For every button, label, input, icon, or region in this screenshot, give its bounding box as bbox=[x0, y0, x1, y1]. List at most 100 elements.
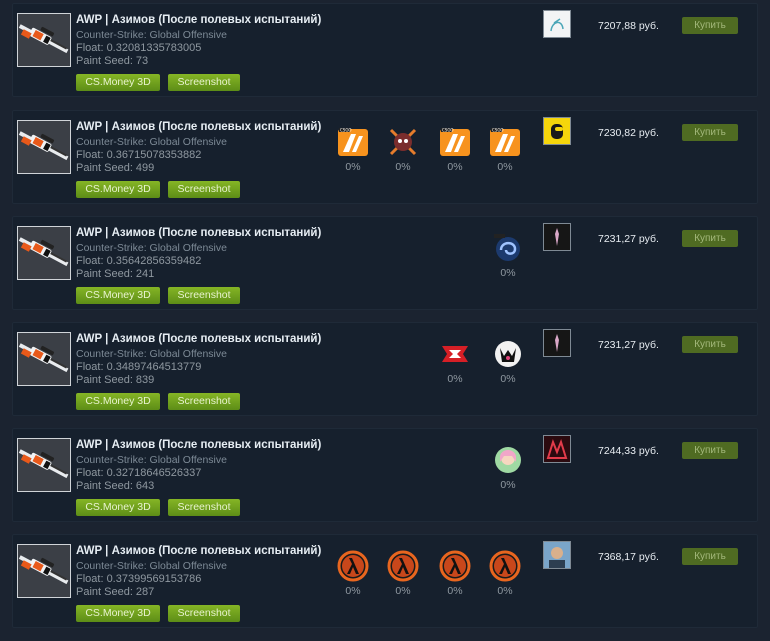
seller-avatar[interactable] bbox=[543, 329, 571, 357]
sticker: 0% bbox=[385, 126, 421, 174]
float-value: Float: 0.32718646526337 bbox=[76, 467, 202, 479]
float-value: Float: 0.36715078353882 bbox=[76, 149, 202, 161]
listing-row: AWP | Азимов (После полевых испытаний) C… bbox=[12, 428, 758, 522]
seller-avatar[interactable] bbox=[543, 435, 571, 463]
csmoney-3d-button[interactable]: CS.Money 3D bbox=[76, 181, 160, 198]
screenshot-button[interactable]: Screenshot bbox=[168, 393, 240, 410]
sticker: 0% bbox=[437, 338, 473, 386]
listing-row: AWP | Азимов (После полевых испытаний) C… bbox=[12, 110, 758, 204]
game-name: Counter-Strike: Global Offensive bbox=[76, 454, 227, 466]
item-thumbnail[interactable] bbox=[17, 544, 71, 598]
anime-girl-sticker bbox=[492, 444, 524, 476]
g2-sticker bbox=[492, 338, 524, 370]
yellow-among-us-avatar bbox=[544, 118, 570, 148]
item-thumbnail[interactable] bbox=[17, 120, 71, 174]
float-value: Float: 0.37399569153786 bbox=[76, 573, 202, 585]
sticker-wear: 0% bbox=[500, 267, 516, 279]
blue-swirl-sticker bbox=[492, 232, 524, 264]
seller-avatar[interactable] bbox=[543, 10, 571, 38]
paint-seed: Paint Seed: 73 bbox=[76, 55, 149, 67]
sticker: 0% bbox=[490, 232, 526, 280]
sticker: 0% bbox=[335, 550, 371, 598]
half-life-lambda-sticker bbox=[387, 550, 419, 582]
item-thumbnail[interactable] bbox=[17, 438, 71, 492]
paint-seed: Paint Seed: 643 bbox=[76, 480, 155, 492]
screenshot-button[interactable]: Screenshot bbox=[168, 287, 240, 304]
buy-button[interactable]: Купить bbox=[682, 124, 738, 141]
half-life-lambda-sticker bbox=[489, 550, 521, 582]
screenshot-button[interactable]: Screenshot bbox=[168, 181, 240, 198]
sticker-wear: 0% bbox=[500, 373, 516, 385]
screenshot-button[interactable]: Screenshot bbox=[168, 499, 240, 516]
buy-button[interactable]: Купить bbox=[682, 442, 738, 459]
paint-seed: Paint Seed: 499 bbox=[76, 162, 155, 174]
csmoney-3d-button[interactable]: CS.Money 3D bbox=[76, 605, 160, 622]
buy-button[interactable]: Купить bbox=[682, 336, 738, 353]
item-price: 7244,33 руб. bbox=[598, 445, 659, 457]
csmoney-3d-button[interactable]: CS.Money 3D bbox=[76, 393, 160, 410]
game-name: Counter-Strike: Global Offensive bbox=[76, 242, 227, 254]
sticker-wear: 0% bbox=[497, 161, 513, 173]
item-price: 7368,17 руб. bbox=[598, 551, 659, 563]
sticker-wear: 0% bbox=[395, 161, 411, 173]
item-thumbnail[interactable] bbox=[17, 332, 71, 386]
fnatic-sticker: CSGO bbox=[337, 126, 369, 158]
man-photo-avatar bbox=[544, 542, 570, 572]
game-name: Counter-Strike: Global Offensive bbox=[76, 136, 227, 148]
sticker: 0% bbox=[487, 550, 523, 598]
sticker-wear: 0% bbox=[345, 585, 361, 597]
item-price: 7231,27 руб. bbox=[598, 339, 659, 351]
item-price: 7231,27 руб. bbox=[598, 233, 659, 245]
csmoney-3d-button[interactable]: CS.Money 3D bbox=[76, 287, 160, 304]
sticker-wear: 0% bbox=[447, 161, 463, 173]
buy-button[interactable]: Купить bbox=[682, 17, 738, 34]
white-sketch-avatar bbox=[544, 11, 570, 41]
sticker: CSGO 0% bbox=[487, 126, 523, 174]
item-title[interactable]: AWP | Азимов (После полевых испытаний) bbox=[76, 439, 321, 451]
game-name: Counter-Strike: Global Offensive bbox=[76, 560, 227, 572]
item-title[interactable]: AWP | Азимов (После полевых испытаний) bbox=[76, 227, 321, 239]
listing-row: AWP | Азимов (После полевых испытаний) C… bbox=[12, 3, 758, 97]
sticker: 0% bbox=[437, 550, 473, 598]
item-price: 7207,88 руб. bbox=[598, 20, 659, 32]
item-title[interactable]: AWP | Азимов (После полевых испытаний) bbox=[76, 121, 321, 133]
sticker-wear: 0% bbox=[395, 585, 411, 597]
float-value: Float: 0.35642856359482 bbox=[76, 255, 202, 267]
item-title[interactable]: AWP | Азимов (После полевых испытаний) bbox=[76, 333, 321, 345]
seller-avatar[interactable] bbox=[543, 117, 571, 145]
screenshot-button[interactable]: Screenshot bbox=[168, 74, 240, 91]
item-thumbnail[interactable] bbox=[17, 226, 71, 280]
float-value: Float: 0.32081335783005 bbox=[76, 42, 202, 54]
listing-row: AWP | Азимов (После полевых испытаний) C… bbox=[12, 216, 758, 310]
sticker-wear: 0% bbox=[447, 585, 463, 597]
sticker-wear: 0% bbox=[345, 161, 361, 173]
buy-button[interactable]: Купить bbox=[682, 230, 738, 247]
svg-text:CSGO: CSGO bbox=[340, 128, 352, 133]
csmoney-3d-button[interactable]: CS.Money 3D bbox=[76, 499, 160, 516]
float-value: Float: 0.34897464513779 bbox=[76, 361, 202, 373]
game-name: Counter-Strike: Global Offensive bbox=[76, 348, 227, 360]
listing-row: AWP | Азимов (После полевых испытаний) C… bbox=[12, 322, 758, 416]
paint-seed: Paint Seed: 839 bbox=[76, 374, 155, 386]
red-triangle-avatar bbox=[544, 436, 570, 466]
screenshot-button[interactable]: Screenshot bbox=[168, 605, 240, 622]
fnatic-sticker: CSGO bbox=[489, 126, 521, 158]
sticker-wear: 0% bbox=[497, 585, 513, 597]
dark-figure-avatar bbox=[544, 224, 570, 254]
paint-seed: Paint Seed: 241 bbox=[76, 268, 155, 280]
item-thumbnail[interactable] bbox=[17, 13, 71, 67]
seller-avatar[interactable] bbox=[543, 223, 571, 251]
sticker-wear: 0% bbox=[500, 479, 516, 491]
sticker: CSGO 0% bbox=[437, 126, 473, 174]
skull-crossed-sticker bbox=[387, 126, 419, 158]
csmoney-3d-button[interactable]: CS.Money 3D bbox=[76, 74, 160, 91]
half-life-lambda-sticker bbox=[439, 550, 471, 582]
item-title[interactable]: AWP | Азимов (После полевых испытаний) bbox=[76, 545, 321, 557]
game-name: Counter-Strike: Global Offensive bbox=[76, 29, 227, 41]
buy-button[interactable]: Купить bbox=[682, 548, 738, 565]
paint-seed: Paint Seed: 287 bbox=[76, 586, 155, 598]
listing-row: AWP | Азимов (После полевых испытаний) C… bbox=[12, 534, 758, 628]
item-title[interactable]: AWP | Азимов (После полевых испытаний) bbox=[76, 14, 321, 26]
fnatic-sticker: CSGO bbox=[439, 126, 471, 158]
seller-avatar[interactable] bbox=[543, 541, 571, 569]
